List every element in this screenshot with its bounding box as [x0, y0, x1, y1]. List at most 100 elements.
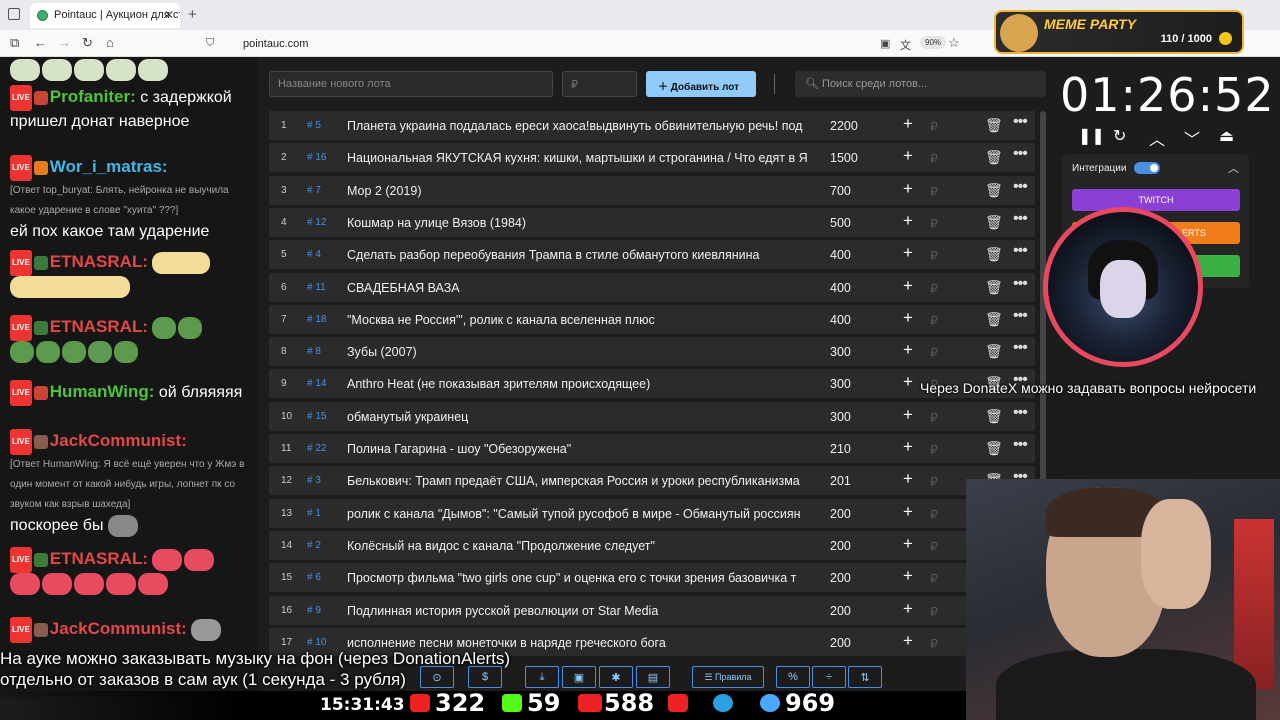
- lot-row[interactable]: 3 # 7 Мор 2 (2019) 700 + ₽ 🗑︎ •••: [269, 175, 1035, 205]
- lot-name[interactable]: Просмотр фильма "two girls one cup" и оц…: [347, 571, 809, 585]
- bookmark-star-icon[interactable]: ☆: [948, 35, 960, 51]
- lot-id[interactable]: # 8: [307, 346, 321, 357]
- more-options-icon[interactable]: •••: [1013, 436, 1028, 454]
- ruble-input[interactable]: ₽: [930, 636, 938, 651]
- pause-icon[interactable]: ❚❚: [1078, 126, 1105, 146]
- ruble-input[interactable]: ₽: [930, 474, 938, 489]
- chat-nick[interactable]: ЕТNАSRАL:: [50, 252, 148, 271]
- price-input[interactable]: ₽: [562, 71, 637, 97]
- ruble-input[interactable]: ₽: [930, 119, 938, 134]
- more-options-icon[interactable]: •••: [1013, 210, 1028, 228]
- lot-name[interactable]: Планета украина поддалась ереси хаоса!вы…: [347, 119, 809, 133]
- more-options-icon[interactable]: •••: [1013, 339, 1028, 357]
- lot-id[interactable]: # 15: [307, 411, 326, 422]
- reader-icon[interactable]: ▣: [880, 37, 890, 50]
- chat-nick[interactable]: JackCommunist:: [50, 619, 187, 638]
- add-amount-icon[interactable]: +: [903, 502, 913, 522]
- add-amount-icon[interactable]: +: [903, 308, 913, 328]
- chat-nick[interactable]: ЕТNАSRАL:: [50, 549, 148, 568]
- lot-name[interactable]: Зубы (2007): [347, 345, 809, 359]
- delete-icon[interactable]: 🗑︎: [985, 149, 1003, 166]
- add-amount-icon[interactable]: +: [903, 243, 913, 263]
- delete-icon[interactable]: 🗑︎: [985, 117, 1003, 134]
- rules-button[interactable]: ☰ Правила: [692, 666, 764, 688]
- lot-name[interactable]: Белькович: Трамп предаёт США, имперская …: [347, 474, 809, 488]
- add-amount-icon[interactable]: +: [903, 566, 913, 586]
- delete-icon[interactable]: 🗑︎: [985, 440, 1003, 457]
- shield-icon[interactable]: ⛉: [206, 37, 214, 50]
- double-chevron-up-icon[interactable]: ⏏: [1219, 126, 1234, 146]
- new-tab-icon[interactable]: +: [188, 6, 197, 23]
- lot-row[interactable]: 7 # 18 "Москва не Россия'", ролик с канала…: [269, 304, 1035, 334]
- add-amount-icon[interactable]: +: [903, 405, 913, 425]
- more-options-icon[interactable]: •••: [1013, 404, 1028, 422]
- reset-icon[interactable]: ↻: [1113, 126, 1126, 146]
- lot-name[interactable]: Anthro Heat (не показывая зрителям проис…: [347, 377, 809, 391]
- lot-name[interactable]: Мор 2 (2019): [347, 184, 809, 198]
- lot-id[interactable]: # 2: [307, 540, 321, 551]
- browser-tab[interactable]: Pointauc | Аукцион для стрима ✕: [30, 3, 180, 28]
- add-amount-icon[interactable]: +: [903, 469, 913, 489]
- more-options-icon[interactable]: •••: [1013, 242, 1028, 260]
- close-tab-icon[interactable]: ✕: [164, 8, 174, 22]
- translate-icon[interactable]: 文: [900, 37, 911, 53]
- ruble-input[interactable]: ₽: [930, 248, 938, 263]
- sort-icon[interactable]: ⇅: [848, 666, 882, 688]
- lot-row[interactable]: 4 # 12 Кошмар на улице Вязов (1984) 500 + ₽ 🗑︎…: [269, 207, 1035, 237]
- lot-row[interactable]: 10 # 15 обманутый украинец 300 + ₽ 🗑︎ •••: [269, 401, 1035, 431]
- more-options-icon[interactable]: •••: [1013, 178, 1028, 196]
- ruble-input[interactable]: ₽: [930, 571, 938, 586]
- sidebar-icon[interactable]: ⧉: [10, 35, 19, 51]
- forward-icon[interactable]: →: [58, 35, 71, 50]
- lot-name[interactable]: СВАДЕБНАЯ ВАЗА: [347, 281, 809, 295]
- add-amount-icon[interactable]: +: [903, 437, 913, 457]
- chat-nick[interactable]: JackCommunist:: [50, 431, 187, 450]
- add-amount-icon[interactable]: +: [903, 372, 913, 392]
- more-options-icon[interactable]: •••: [1013, 307, 1028, 325]
- lot-id[interactable]: # 5: [307, 120, 321, 131]
- add-amount-icon[interactable]: +: [903, 114, 913, 134]
- ruble-input[interactable]: ₽: [930, 604, 938, 619]
- ruble-input[interactable]: ₽: [930, 216, 938, 231]
- add-amount-icon[interactable]: +: [903, 599, 913, 619]
- ruble-input[interactable]: ₽: [930, 539, 938, 554]
- lot-id[interactable]: # 9: [307, 605, 321, 616]
- lot-row[interactable]: 13 # 1 ролик с канала "Дымов": "Самый тупо…: [269, 498, 1035, 528]
- collapse-chevron-icon[interactable]: ︿: [1228, 160, 1239, 176]
- url-field[interactable]: pointauc.com: [243, 38, 308, 50]
- lot-id[interactable]: # 22: [307, 443, 326, 454]
- ruble-input[interactable]: ₽: [930, 345, 938, 360]
- add-amount-icon[interactable]: +: [903, 340, 913, 360]
- lot-id[interactable]: # 10: [307, 637, 326, 648]
- delete-icon[interactable]: 🗑︎: [985, 343, 1003, 360]
- lot-name[interactable]: Национальная ЯКУТСКАЯ кухня: кишки, март…: [347, 151, 809, 165]
- search-input[interactable]: 🔍︎ Поиск среди лотов...: [795, 71, 1046, 97]
- chat-nick[interactable]: HumanWing:: [50, 382, 155, 401]
- ruble-input[interactable]: ₽: [930, 507, 938, 522]
- lot-id[interactable]: # 7: [307, 185, 321, 196]
- bug-icon[interactable]: ✱: [599, 666, 633, 688]
- delete-icon[interactable]: 🗑︎: [985, 408, 1003, 425]
- lot-name[interactable]: обманутый украинец: [347, 410, 809, 424]
- lot-id[interactable]: # 3: [307, 475, 321, 486]
- lot-name[interactable]: Сделать разбор переобувания Трампа в сти…: [347, 248, 809, 262]
- ruble-input[interactable]: ₽: [930, 184, 938, 199]
- delete-all-icon[interactable]: ▤: [636, 666, 670, 688]
- lot-row[interactable]: 1 # 5 Планета украина поддалась ереси хаос…: [269, 111, 1035, 140]
- lot-id[interactable]: # 11: [307, 282, 326, 293]
- more-options-icon[interactable]: •••: [1013, 113, 1028, 131]
- lot-row[interactable]: 2 # 16 Национальная ЯКУТСКАЯ кухня: кишки,…: [269, 143, 1035, 173]
- save-icon[interactable]: ▣: [562, 666, 596, 688]
- lot-row[interactable]: 11 # 22 Полина Гагарина - шоу "Обезоружена…: [269, 434, 1035, 463]
- integrations-toggle[interactable]: [1134, 162, 1160, 174]
- ruble-input[interactable]: ₽: [930, 281, 938, 296]
- split-icon[interactable]: ÷: [812, 666, 846, 688]
- delete-icon[interactable]: 🗑︎: [985, 279, 1003, 296]
- lot-row[interactable]: 5 # 4 Сделать разбор переобувания Трампа в…: [269, 240, 1035, 270]
- lot-id[interactable]: # 6: [307, 572, 321, 583]
- tab-overview-icon[interactable]: [8, 8, 20, 20]
- ruble-input[interactable]: ₽: [930, 442, 938, 457]
- chat-nick[interactable]: Profaniter:: [50, 87, 136, 106]
- lot-name[interactable]: Колёсный на видос с канала "Продолжение …: [347, 539, 809, 553]
- lot-name-input[interactable]: Название нового лота: [269, 71, 553, 97]
